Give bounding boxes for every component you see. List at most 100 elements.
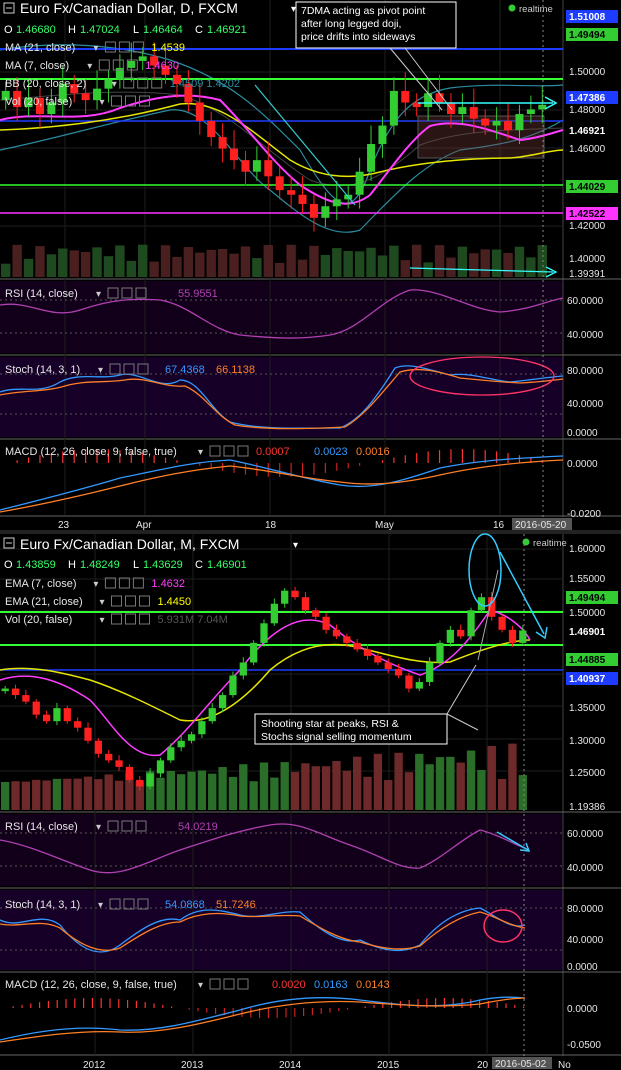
monthly-title-dropdown-icon[interactable]: ▾ [293, 540, 298, 551]
daily-volume-bar [275, 262, 285, 277]
daily-candle-body [127, 60, 136, 68]
daily-stoch-dropdown-icon[interactable]: ▾ [98, 365, 103, 376]
monthly-macd-value-3: 0.0143 [356, 979, 390, 991]
daily-macd-value-2: 0.0023 [314, 446, 348, 458]
monthly-volume-bar [218, 767, 227, 810]
daily-volume-bar [172, 256, 182, 277]
daily-indicator-dropdown-icon[interactable]: ▾ [100, 97, 105, 108]
daily-volume-bar [332, 248, 342, 277]
daily-volume-bar [103, 256, 114, 277]
daily-price-label: 1.39391 [569, 269, 606, 280]
monthly-indicator-value: 1.4450 [158, 596, 192, 608]
monthly-volume-bar [239, 764, 248, 810]
monthly-candle-body [125, 766, 134, 780]
monthly-x-axis: 2012 2013 2014 2015 20 2016-05-02 No [0, 1056, 621, 1070]
daily-candle-body [287, 190, 296, 195]
daily-volume-bar [434, 245, 445, 277]
monthly-candle-body [363, 649, 372, 656]
daily-indicator-label[interactable]: BB (20, close, 2) [5, 78, 86, 90]
monthly-rsi-value: 54.0219 [178, 821, 218, 833]
monthly-volume-bar [425, 764, 434, 810]
daily-volume-bar [35, 246, 45, 277]
daily-rsi-value: 55.9551 [178, 288, 218, 300]
monthly-x-label-4: 2015 [377, 1060, 400, 1070]
daily-indicator-label[interactable]: MA (7, close) [5, 60, 69, 72]
daily-indicator-value: 1.4509 1.4202 [170, 78, 240, 90]
monthly-indicator-dropdown-icon[interactable]: ▾ [100, 597, 105, 608]
daily-candle-body [515, 114, 524, 131]
daily-candle-body [504, 120, 513, 131]
daily-volume-bar [206, 249, 216, 277]
daily-candle-body [378, 125, 387, 144]
daily-price-label: 1.42000 [569, 221, 606, 232]
monthly-indicator-dropdown-icon[interactable]: ▾ [100, 615, 105, 626]
daily-price-label: 1.50000 [569, 67, 606, 78]
daily-price-label: 1.49494 [569, 30, 606, 41]
monthly-volume-bar [394, 752, 403, 810]
monthly-rsi-dropdown-icon[interactable]: ▾ [96, 822, 101, 833]
monthly-candle-body [322, 616, 330, 630]
monthly-candle-body [260, 623, 268, 643]
daily-o-label: O [4, 24, 13, 36]
daily-h-value: 1.47024 [80, 24, 120, 36]
monthly-stoch-panel [0, 890, 563, 970]
daily-volume-bar [354, 251, 365, 277]
daily-realtime-label: realtime [519, 4, 553, 15]
monthly-indicator-label[interactable]: EMA (7, close) [5, 578, 77, 590]
daily-x-label-3: 18 [265, 520, 277, 531]
daily-o-value: 1.46680 [16, 24, 56, 36]
daily-volume-bar [491, 249, 502, 277]
daily-price-label: 1.48000 [569, 105, 606, 116]
monthly-indicator-label[interactable]: EMA (21, close) [5, 596, 83, 608]
monthly-stoch-dropdown-icon[interactable]: ▾ [98, 900, 103, 911]
monthly-price-label: 1.25000 [569, 768, 606, 779]
daily-stoch-tick-0: 0.0000 [567, 428, 598, 439]
monthly-stoch-tick-0: 0.0000 [567, 962, 598, 973]
daily-indicator-label[interactable]: Vol (20, false) [5, 96, 72, 108]
monthly-x-label-2: 2013 [181, 1060, 204, 1070]
monthly-volume-bar [270, 777, 279, 810]
monthly-volume-bar [301, 763, 310, 810]
daily-macd-dropdown-icon[interactable]: ▾ [198, 447, 203, 458]
daily-indicator-dropdown-icon[interactable]: ▾ [112, 79, 117, 90]
monthly-candle-body [167, 747, 175, 761]
daily-volume-bar [297, 259, 308, 277]
daily-indicator-dropdown-icon[interactable]: ▾ [87, 61, 92, 72]
daily-volume-bar [115, 245, 125, 277]
daily-rsi-panel [0, 281, 563, 353]
daily-volume-bar [1, 263, 11, 277]
daily-volume-bar [514, 246, 525, 277]
daily-volume-bar [229, 253, 239, 277]
daily-volume-bar [309, 245, 319, 277]
daily-stoch-label: Stoch (14, 3, 1) [5, 364, 80, 376]
daily-title-dropdown-icon[interactable]: ▾ [291, 4, 296, 15]
monthly-candle-body [498, 616, 506, 630]
monthly-indicator-dropdown-icon[interactable]: ▾ [93, 579, 98, 590]
monthly-indicator-value: 5.931M 7.04M [158, 614, 228, 626]
monthly-indicator-label[interactable]: Vol (20, false) [5, 614, 72, 626]
daily-x-label-2: Apr [136, 520, 152, 531]
monthly-macd-dropdown-icon[interactable]: ▾ [198, 980, 203, 991]
daily-indicator-dropdown-icon[interactable]: ▾ [93, 43, 98, 54]
daily-indicator-label[interactable]: MA (21, close) [5, 42, 75, 54]
daily-rsi-dropdown-icon[interactable]: ▾ [96, 289, 101, 300]
monthly-volume-bar [94, 779, 103, 810]
daily-rsi-label: RSI (14, close) [5, 288, 78, 300]
monthly-price-label: 1.19386 [569, 802, 606, 813]
monthly-candle-body [457, 629, 465, 637]
daily-candle-body [458, 107, 467, 115]
monthly-price-label: 1.44885 [569, 655, 606, 666]
monthly-volume-bar [321, 766, 331, 810]
monthly-macd-tick-0: 0.0000 [567, 1004, 598, 1015]
daily-volume-bar [195, 252, 205, 277]
monthly-volume-bar [21, 781, 31, 810]
monthly-candle-body [343, 636, 351, 643]
daily-candle-body [241, 160, 250, 172]
daily-volume-bar [46, 254, 57, 277]
daily-macd-tick-0: 0.0000 [567, 459, 598, 470]
monthly-volume-bar [477, 769, 486, 810]
daily-indicator-value: 1.4539 [151, 42, 185, 54]
monthly-price-label: 1.60000 [569, 544, 606, 555]
monthly-candle-body [384, 662, 392, 669]
daily-candle-body [367, 144, 376, 172]
